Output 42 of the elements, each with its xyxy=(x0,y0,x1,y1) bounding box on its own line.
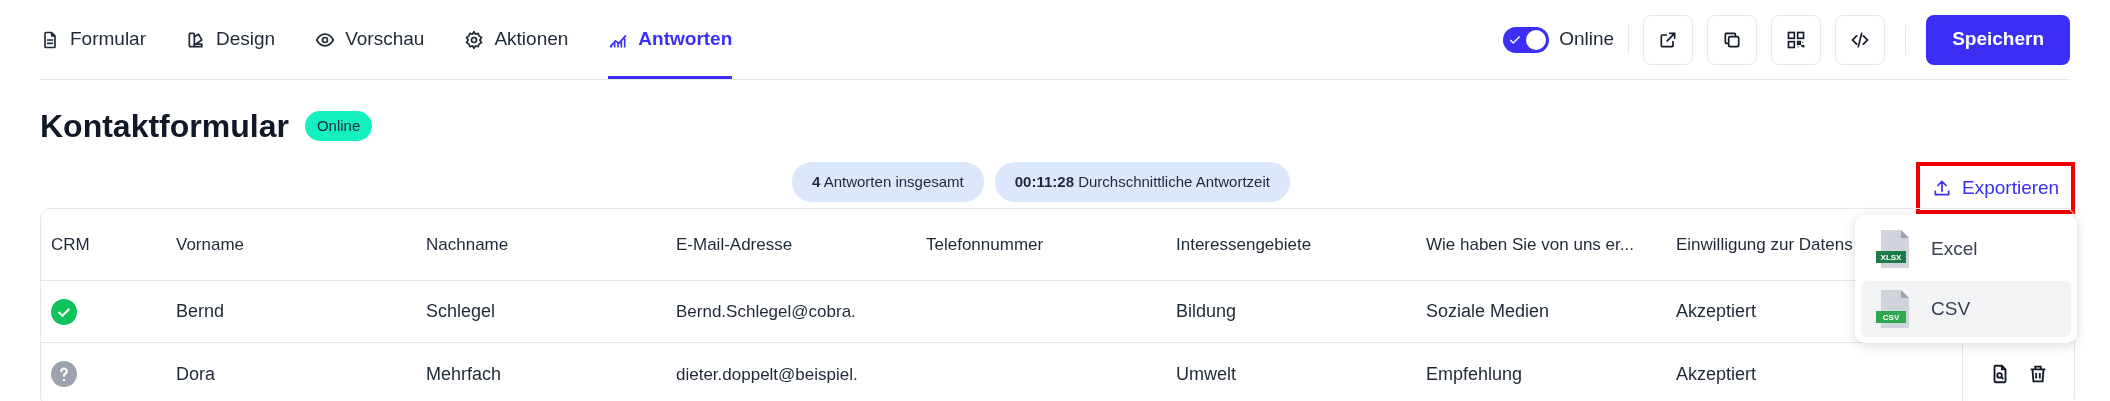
table-cell: Dora xyxy=(176,363,215,384)
tab[interactable]: Formular xyxy=(40,0,146,79)
export-button[interactable]: Exportieren xyxy=(1920,166,2072,210)
table-cell: Bernd xyxy=(176,301,225,321)
gear-icon xyxy=(464,29,485,50)
table-cell: Bernd.Schlegel@cobra. xyxy=(676,302,856,321)
column-header: Nachname xyxy=(426,234,509,254)
copy-button[interactable] xyxy=(1707,14,1758,65)
qr-code-button[interactable] xyxy=(1771,14,1822,65)
table-cell: Schlegel xyxy=(426,301,496,321)
column-header: CRM xyxy=(51,234,90,254)
save-button[interactable]: Speichern xyxy=(1926,14,2070,65)
status-badge: Online xyxy=(304,110,373,142)
tab[interactable]: Aktionen xyxy=(464,0,569,79)
column-header: E-Mail-Adresse xyxy=(676,234,793,254)
table-cell: Akzeptiert xyxy=(1676,301,1757,321)
stat-pill: 00:11:28 Durchschnittliche Antwortzeit xyxy=(994,162,1290,202)
tab[interactable]: Antworten xyxy=(608,0,733,79)
external-link-button[interactable] xyxy=(1643,14,1694,65)
table-cell: Soziale Medien xyxy=(1426,301,1550,321)
table-cell: Mehrfach xyxy=(426,363,502,384)
stat-pill: 4 Antworten insgesamt xyxy=(792,162,984,202)
form-title: Kontaktformular xyxy=(40,107,289,146)
online-toggle[interactable] xyxy=(1503,26,1550,53)
column-header: Telefonnummer xyxy=(926,234,1044,254)
external-link-icon xyxy=(1658,29,1679,50)
table-cell: Bildung xyxy=(1176,301,1237,321)
embed-code-button[interactable] xyxy=(1835,14,1886,65)
column-header: Interessengebiete xyxy=(1176,234,1312,254)
column-header: Wie haben Sie von uns er... xyxy=(1426,234,1634,254)
table-cell: Umwelt xyxy=(1176,363,1236,384)
column-header: Vorname xyxy=(176,234,245,254)
table-cell: Akzeptiert xyxy=(1676,363,1757,384)
online-label: Online xyxy=(1559,27,1615,52)
table-cell: Empfehlung xyxy=(1426,363,1523,384)
tab[interactable]: Design xyxy=(186,0,276,79)
tab[interactable]: Vorschau xyxy=(315,0,425,79)
table-cell: dieter.doppelt@beispiel. xyxy=(676,364,858,384)
menu-item[interactable]: CSV CSV xyxy=(1861,281,2071,337)
qr-code-icon xyxy=(1786,29,1807,50)
upload-icon xyxy=(1932,178,1952,198)
column-header: Einwilligung zur Datens xyxy=(1676,234,1853,254)
